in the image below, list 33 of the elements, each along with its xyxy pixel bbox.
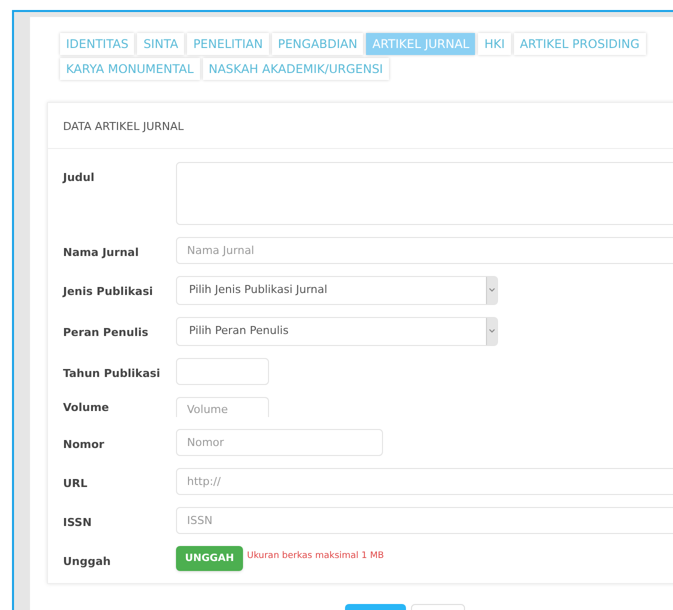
tab[interactable]: NASKAH AKADEMIK/URGENSI — [202, 58, 389, 80]
file-size-note: Ukuran berkas maksimal 1 MB — [247, 550, 384, 562]
card-title: DATA ARTIKEL JURNAL — [48, 103, 673, 148]
field-label: Judul — [63, 170, 96, 186]
field-label: Nama Jurnal — [63, 244, 140, 260]
caret-icon — [486, 318, 497, 344]
title-textarea[interactable] — [176, 162, 673, 224]
field-label: Unggah — [63, 554, 112, 570]
input-field[interactable]: ISSN — [176, 506, 673, 534]
upload-button[interactable]: UNGGAH — [176, 546, 243, 570]
field-label: Tahun Publikasi — [63, 366, 162, 382]
field-label: Peran Penulis — [63, 324, 150, 340]
input-field[interactable] — [176, 358, 269, 384]
tab[interactable]: PENGABDIAN — [272, 33, 364, 55]
tab[interactable]: KARYA MONUMENTAL — [60, 58, 200, 80]
select-field[interactable]: Pilih Jenis Publikasi Jurnal — [176, 276, 498, 304]
field-label: Jenis Publikasi — [63, 284, 154, 300]
input-field[interactable]: Volume — [176, 396, 269, 416]
field-label: URL — [63, 476, 88, 492]
input-field[interactable]: http:// — [176, 468, 673, 494]
field-label: Volume — [63, 400, 110, 416]
field-label: ISSN — [63, 514, 93, 530]
caret-icon — [486, 276, 497, 304]
tab[interactable]: SINTA — [137, 33, 184, 55]
field-label: Nomor — [63, 436, 106, 452]
tab[interactable]: ARTIKEL PROSIDING — [514, 33, 646, 55]
input-field[interactable]: Nama Jurnal — [176, 236, 673, 264]
input-field[interactable]: Nomor — [176, 428, 383, 456]
tab[interactable]: PENELITIAN — [187, 33, 269, 55]
select-field[interactable]: Pilih Peran Penulis — [176, 316, 498, 346]
tab[interactable]: HKI — [478, 33, 511, 55]
tab[interactable]: ARTIKEL JURNAL — [366, 33, 476, 55]
tab[interactable]: IDENTITAS — [60, 33, 134, 55]
